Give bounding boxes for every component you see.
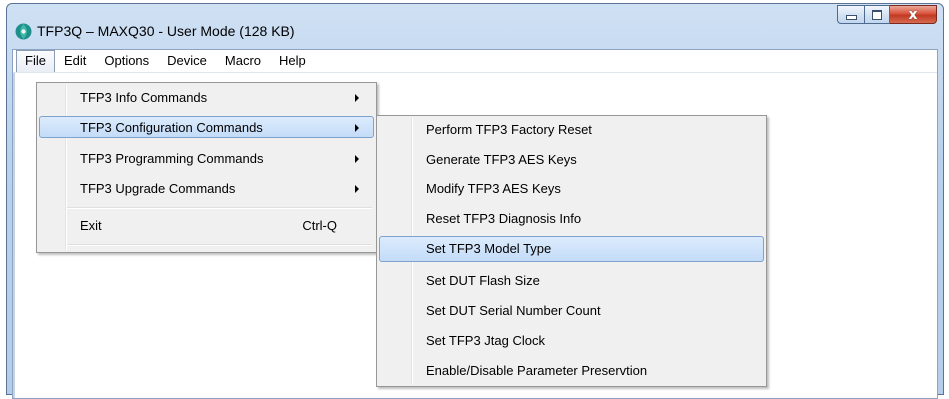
file-menu: TFP3 Info Commands TFP3 Configuration Co…	[36, 82, 377, 253]
menu-separator	[67, 207, 372, 209]
menu-item-label: Generate TFP3 AES Keys	[426, 152, 577, 167]
menu-item-label: TFP3 Configuration Commands	[80, 120, 263, 135]
menu-edit[interactable]: Edit	[55, 50, 95, 72]
menu-item-label: Set TFP3 Model Type	[426, 241, 552, 256]
close-button[interactable]: x	[890, 5, 937, 24]
submenu-item-set-serial-count[interactable]: Set DUT Serial Number Count	[379, 299, 764, 321]
file-menu-item-exit[interactable]: Exit Ctrl-Q	[39, 214, 374, 236]
window-title: TFP3Q – MAXQ30 - User Mode (128 KB)	[37, 23, 295, 39]
maximize-button[interactable]	[864, 5, 890, 24]
submenu-arrow-icon	[355, 155, 359, 163]
submenu-item-parameter-preservation[interactable]: Enable/Disable Parameter Preservtion	[379, 359, 764, 381]
workspace-edge	[13, 73, 15, 398]
submenu-item-factory-reset[interactable]: Perform TFP3 Factory Reset	[379, 118, 764, 140]
menu-item-label: TFP3 Upgrade Commands	[80, 181, 236, 196]
submenu-arrow-icon	[355, 185, 359, 193]
menu-separator	[67, 244, 372, 246]
maximize-icon	[872, 9, 882, 20]
submenu-item-set-flash-size[interactable]: Set DUT Flash Size	[379, 269, 764, 291]
file-menu-item-configuration[interactable]: TFP3 Configuration Commands	[39, 116, 374, 138]
minimize-button[interactable]	[837, 5, 864, 24]
submenu-item-modify-aes-keys[interactable]: Modify TFP3 AES Keys	[379, 177, 764, 199]
minimize-icon	[845, 15, 857, 20]
menu-item-label: Set DUT Serial Number Count	[426, 303, 601, 318]
submenu-item-set-model-type[interactable]: Set TFP3 Model Type	[379, 236, 764, 262]
file-menu-item-info[interactable]: TFP3 Info Commands	[39, 86, 374, 108]
submenu-item-set-jtag-clock[interactable]: Set TFP3 Jtag Clock	[379, 329, 764, 351]
menu-item-label: Enable/Disable Parameter Preservtion	[426, 363, 648, 378]
menu-item-shortcut: Ctrl-Q	[302, 218, 337, 233]
menu-item-label: Set DUT Flash Size	[426, 273, 540, 288]
menu-item-label: TFP3 Info Commands	[80, 90, 208, 105]
file-menu-item-programming[interactable]: TFP3 Programming Commands	[39, 147, 374, 169]
menu-help[interactable]: Help	[270, 50, 315, 72]
menu-item-label: Reset TFP3 Diagnosis Info	[426, 211, 582, 226]
window-controls: x	[837, 5, 937, 26]
menu-item-label: Set TFP3 Jtag Clock	[426, 333, 545, 348]
title-bar[interactable]: TFP3Q – MAXQ30 - User Mode (128 KB) x	[7, 4, 943, 48]
menu-macro[interactable]: Macro	[216, 50, 270, 72]
menu-item-label: Modify TFP3 AES Keys	[426, 181, 561, 196]
configuration-submenu: Perform TFP3 Factory Reset Generate TFP3…	[376, 115, 767, 387]
submenu-arrow-icon	[355, 124, 359, 132]
submenu-arrow-icon	[355, 94, 359, 102]
menu-device[interactable]: Device	[158, 50, 216, 72]
submenu-item-reset-diagnosis[interactable]: Reset TFP3 Diagnosis Info	[379, 207, 764, 229]
app-logo-icon	[15, 23, 32, 40]
menu-bar: File Edit Options Device Macro Help	[13, 50, 937, 73]
menu-item-label: Perform TFP3 Factory Reset	[426, 122, 592, 137]
close-icon: x	[908, 6, 918, 23]
menu-item-label: Exit	[80, 218, 102, 233]
submenu-item-generate-aes-keys[interactable]: Generate TFP3 AES Keys	[379, 148, 764, 170]
menu-item-label: TFP3 Programming Commands	[80, 151, 264, 166]
menu-file[interactable]: File	[16, 50, 55, 72]
file-menu-item-upgrade[interactable]: TFP3 Upgrade Commands	[39, 177, 374, 199]
menu-options[interactable]: Options	[95, 50, 158, 72]
